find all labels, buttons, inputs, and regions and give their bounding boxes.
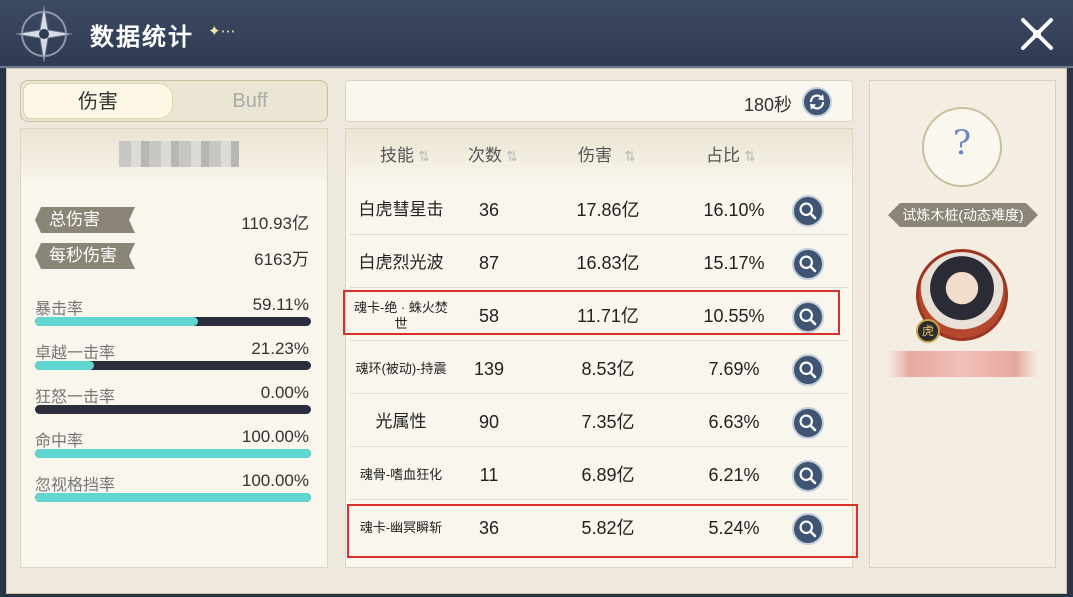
- hit-count: 11: [479, 465, 499, 485]
- damage-value: 8.53亿: [581, 359, 635, 379]
- compass-emblem-icon: [15, 5, 73, 63]
- skill-name: 白虎彗星击: [358, 200, 444, 219]
- excellent-rate-bar: [35, 361, 311, 370]
- damage-share: 6.63%: [708, 412, 760, 432]
- target-name: 试炼木桩(动态难度): [888, 203, 1038, 227]
- skill-name: 魂环(被动)-持震: [355, 361, 447, 376]
- dps-label: 每秒伤害: [35, 243, 135, 269]
- crit-rate-label: 暴击率: [35, 301, 84, 318]
- header-count-label: 次数: [468, 146, 502, 165]
- ignore-block-rate-label: 忽视格挡率: [35, 477, 116, 494]
- table-row: 白虎烈光波 87 16.83亿 15.17%: [350, 238, 848, 288]
- damage-value: 16.83亿: [576, 253, 640, 273]
- damage-value: 7.35亿: [581, 412, 635, 432]
- skill-damage-table: 技能 ⇅ 次数 ⇅ 伤害 ⇅ 占比 ⇅ 白虎彗星击 36 17.86亿 16.10% 白…: [345, 128, 853, 568]
- summary-card-header: [21, 129, 327, 181]
- magnifier-icon[interactable]: [792, 460, 824, 492]
- header-count[interactable]: 次数 ⇅: [468, 141, 518, 166]
- tab-bar: 伤害 Buff: [20, 80, 328, 122]
- hit-count: 58: [478, 306, 500, 326]
- dps-value: 6163万: [254, 250, 309, 269]
- skill-name: 魂卡-幽冥瞬斩: [359, 520, 443, 535]
- rage-rate-bar: [35, 405, 311, 414]
- hit-count: 139: [473, 359, 505, 379]
- table-header: 技能 ⇅ 次数 ⇅ 伤害 ⇅ 占比 ⇅: [346, 129, 852, 177]
- timer-text: 180秒: [743, 95, 792, 115]
- skill-name: 光属性: [375, 412, 427, 431]
- sort-icon: ⇅: [506, 148, 518, 164]
- rage-rate-value: 0.00%: [260, 383, 309, 402]
- table-row: 白虎彗星击 36 17.86亿 16.10%: [350, 185, 848, 235]
- excellent-rate-value: 21.23%: [251, 339, 309, 358]
- blurred-player-name: [119, 141, 239, 167]
- hit-count: 36: [478, 518, 500, 538]
- ignore-block-rate-value: 100.00%: [241, 471, 309, 490]
- magnifier-icon[interactable]: [792, 513, 824, 545]
- crit-rate-value: 59.11%: [252, 295, 309, 314]
- question-mark: ?: [952, 123, 972, 163]
- damage-share: 10.55%: [703, 306, 765, 326]
- damage-share: 7.69%: [708, 359, 760, 379]
- refresh-icon[interactable]: [802, 87, 832, 117]
- damage-value: 6.89亿: [581, 465, 635, 485]
- hit-rate-label: 命中率: [35, 433, 84, 450]
- total-damage-value: 110.93亿: [241, 214, 309, 233]
- magnifier-icon[interactable]: [792, 248, 824, 280]
- tab-damage[interactable]: 伤害: [23, 83, 173, 119]
- tab-buff[interactable]: Buff: [175, 83, 325, 119]
- header-skill-label: 技能: [380, 146, 414, 165]
- timer-box: 180秒: [345, 80, 853, 122]
- unknown-target-icon: ?: [922, 107, 1002, 187]
- damage-value: 5.82亿: [581, 518, 635, 538]
- header-damage-label: 伤害: [578, 146, 612, 165]
- table-row: 魂环(被动)-持震 139 8.53亿 7.69%: [350, 344, 848, 394]
- damage-share: 16.10%: [703, 200, 765, 220]
- magnifier-icon[interactable]: [792, 195, 824, 227]
- skill-name: 魂骨-嗜血狂化: [359, 467, 443, 482]
- damage-share: 5.24%: [708, 518, 760, 538]
- sort-icon: ⇅: [744, 148, 756, 164]
- hit-rate-bar-fill: [35, 449, 311, 458]
- page-title: 数据统计: [90, 24, 194, 51]
- table-row: 光属性 90 7.35亿 6.63%: [350, 397, 848, 447]
- title-sparkle-icon: ✦⋯: [208, 23, 236, 40]
- ignore-block-rate-bar: [35, 493, 311, 502]
- crit-rate-bar-fill: [35, 317, 199, 326]
- magnifier-icon[interactable]: [792, 407, 824, 439]
- damage-value: 17.86亿: [576, 200, 640, 220]
- table-row: 魂骨-嗜血狂化 11 6.89亿 6.21%: [350, 450, 848, 500]
- header-damage[interactable]: 伤害 ⇅: [578, 141, 636, 166]
- target-card: ? 试炼木桩(动态难度) 虎: [869, 80, 1056, 568]
- crit-rate-bar: [35, 317, 311, 326]
- table-row: 魂卡-幽冥瞬斩 36 5.82亿 5.24%: [350, 503, 848, 553]
- header-skill[interactable]: 技能 ⇅: [380, 141, 430, 166]
- summary-card: 总伤害 110.93亿 每秒伤害 6163万 暴击率 59.11% 卓越一击率 …: [20, 128, 328, 568]
- hit-count: 36: [478, 200, 500, 220]
- header-bar: 数据统计 ✦⋯: [0, 0, 1073, 68]
- ignore-block-rate-bar-fill: [35, 493, 311, 502]
- skill-name: 魂卡-绝 · 蛛火焚世: [354, 300, 448, 331]
- header-share-label: 占比: [706, 146, 740, 165]
- hit-count: 90: [478, 412, 500, 432]
- blurred-player-name-banner: [888, 351, 1038, 377]
- tiger-badge-icon: 虎: [916, 319, 940, 343]
- hit-rate-value: 100.00%: [241, 427, 309, 446]
- close-icon[interactable]: [1017, 14, 1057, 54]
- hit-rate-bar: [35, 449, 311, 458]
- rage-rate-label: 狂怒一击率: [35, 389, 116, 406]
- table-row: 魂卡-绝 · 蛛火焚世 58 11.71亿 10.55%: [350, 291, 848, 341]
- hit-count: 87: [478, 253, 500, 273]
- header-share[interactable]: 占比 ⇅: [706, 141, 756, 166]
- total-damage-label: 总伤害: [35, 207, 135, 233]
- magnifier-icon[interactable]: [792, 354, 824, 386]
- sort-icon: ⇅: [418, 148, 430, 164]
- excellent-rate-label: 卓越一击率: [35, 345, 116, 362]
- damage-share: 15.17%: [703, 253, 765, 273]
- excellent-rate-bar-fill: [35, 361, 94, 370]
- damage-share: 6.21%: [708, 465, 760, 485]
- skill-name: 白虎烈光波: [358, 253, 444, 272]
- sort-icon: ⇅: [624, 148, 636, 164]
- magnifier-icon[interactable]: [792, 301, 824, 333]
- damage-value: 11.71亿: [577, 306, 639, 326]
